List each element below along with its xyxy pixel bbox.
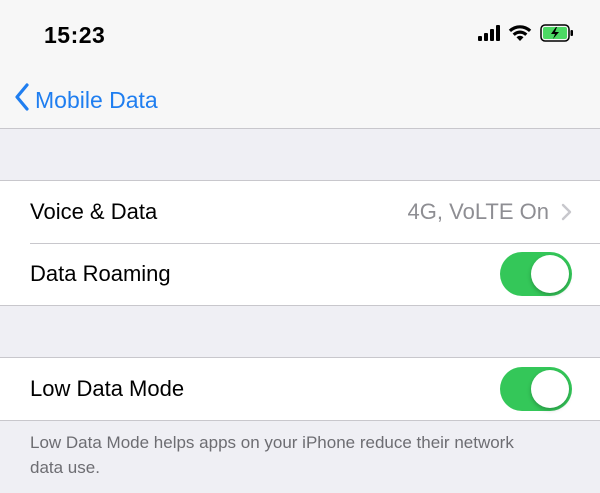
back-button-label: Mobile Data [35, 86, 158, 113]
data-roaming-toggle[interactable] [500, 252, 572, 296]
toggle-knob [531, 255, 569, 293]
low-data-mode-label: Low Data Mode [30, 376, 185, 401]
voice-and-data-value: 4G, VoLTE On [407, 199, 549, 224]
status-time: 15:23 [44, 22, 106, 48]
data-roaming-label: Data Roaming [30, 261, 171, 286]
chevron-right-icon [561, 203, 572, 221]
low-data-mode-footer: Low Data Mode helps apps on your iPhone … [30, 433, 514, 477]
toggle-knob [531, 370, 569, 408]
settings-group-cellular: Voice & Data 4G, VoLTE On Data Roaming [0, 180, 600, 306]
data-roaming-row: Data Roaming [0, 243, 600, 305]
voice-and-data-label: Voice & Data [30, 199, 158, 224]
chevron-left-icon [14, 83, 35, 117]
status-icons [478, 24, 574, 47]
settings-group-low-data: Low Data Mode [0, 357, 600, 421]
cellular-signal-icon [478, 25, 500, 46]
voice-and-data-row[interactable]: Voice & Data 4G, VoLTE On [0, 181, 600, 243]
low-data-mode-toggle[interactable] [500, 367, 572, 411]
wifi-icon [508, 24, 532, 47]
navigation-bar: Mobile Data [0, 72, 600, 129]
back-button[interactable]: Mobile Data [14, 80, 158, 120]
status-bar: 15:23 [0, 0, 600, 72]
battery-charging-icon [540, 24, 574, 47]
low-data-mode-row: Low Data Mode [0, 358, 600, 420]
